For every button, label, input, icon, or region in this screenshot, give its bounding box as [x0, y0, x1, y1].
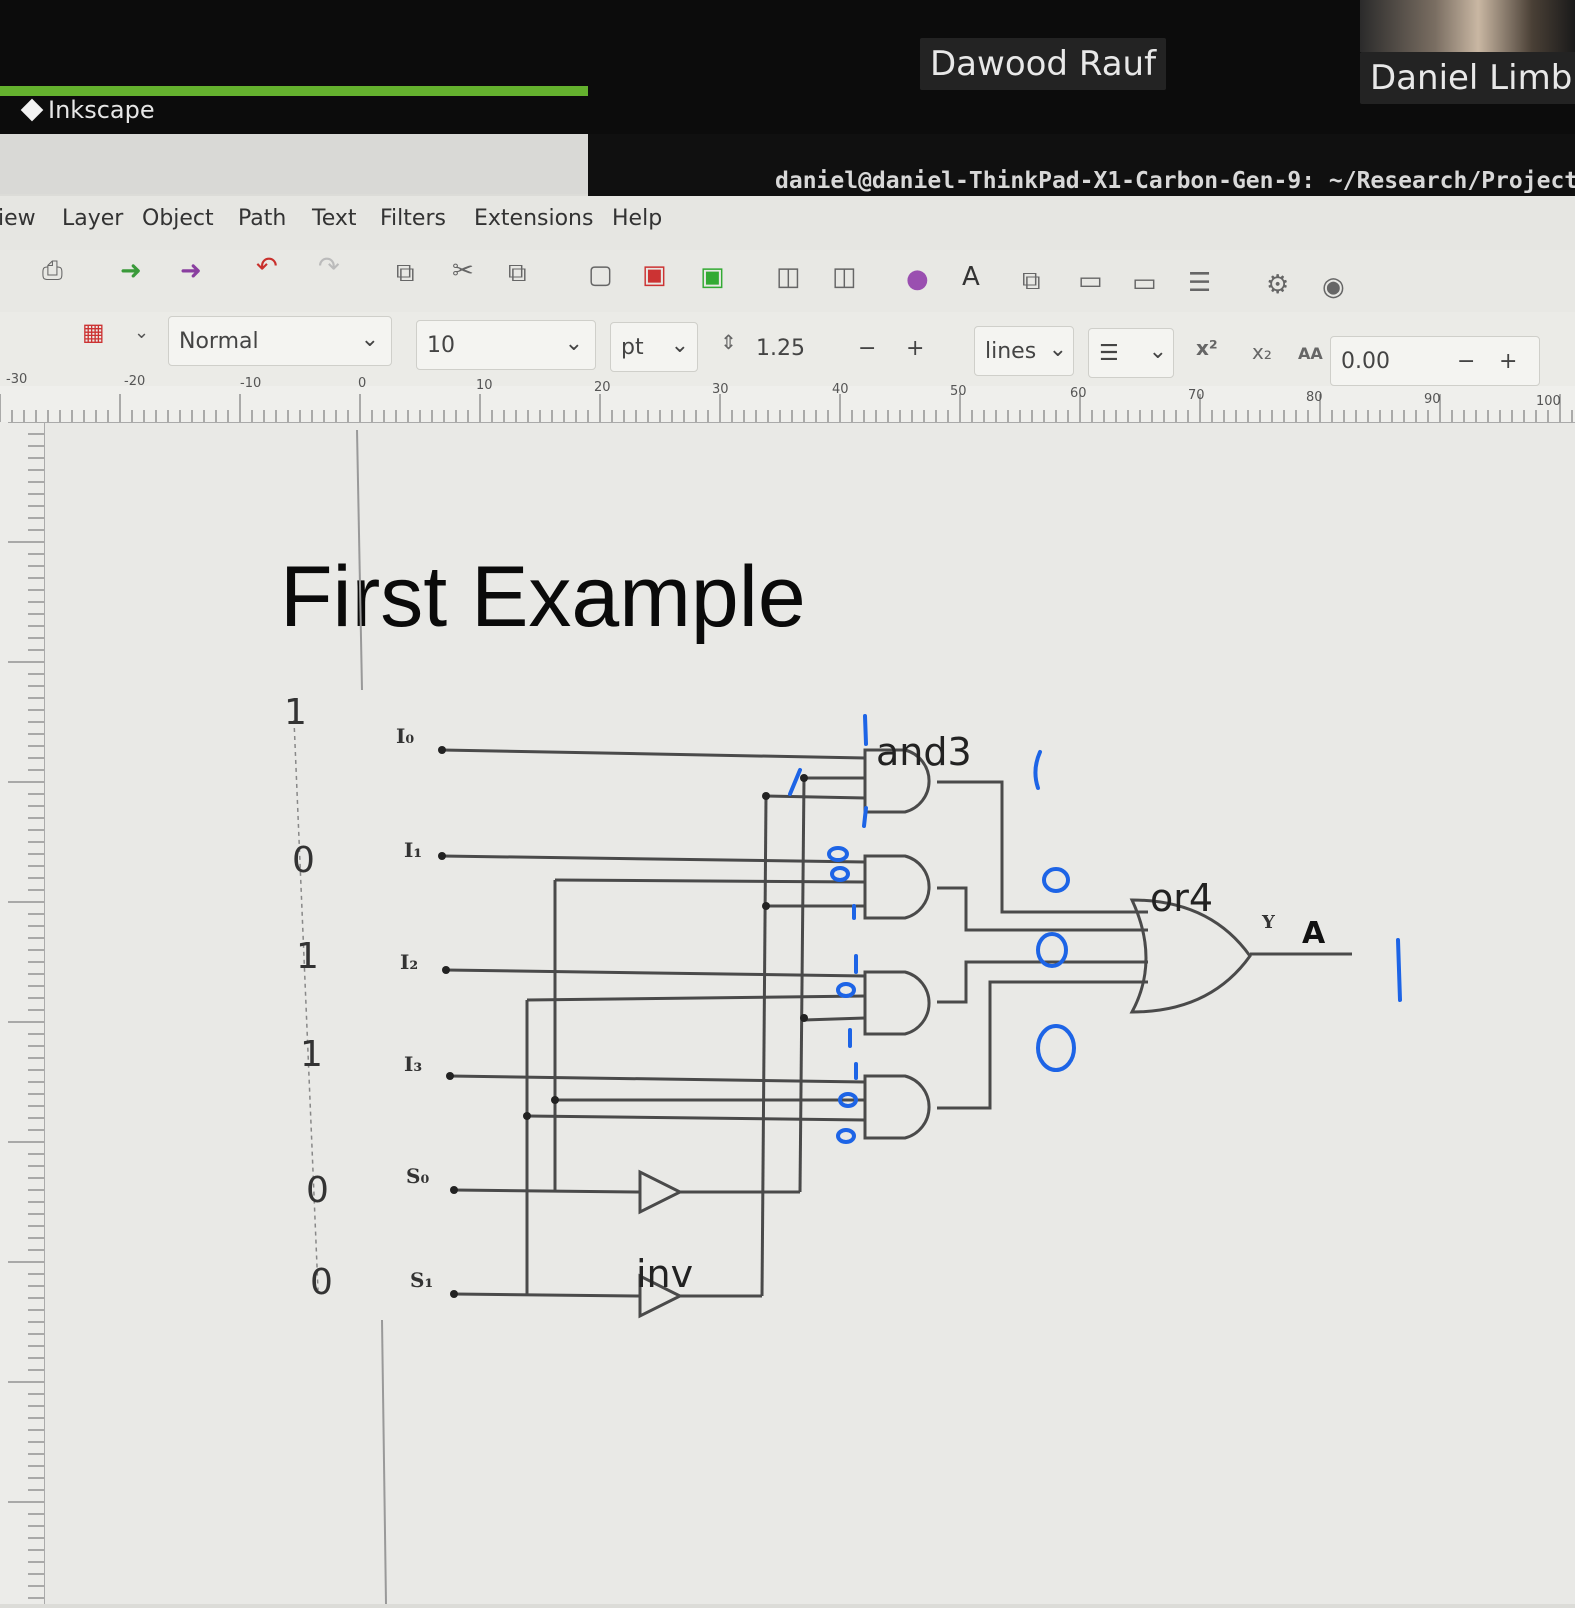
and-gate-3 [863, 1074, 931, 1140]
pin-dot [450, 1290, 458, 1298]
pin-label-s0: S₀ [406, 1164, 430, 1188]
junction-dot [551, 1096, 559, 1104]
wire-s1bar [760, 795, 768, 1297]
ink-mark [862, 806, 868, 828]
mux-circuit[interactable] [0, 0, 1575, 1604]
junction-dot [762, 902, 770, 910]
ink-zero [836, 1128, 856, 1144]
bit-s1[interactable]: 0 [310, 1262, 333, 1303]
wire-i1 [441, 854, 866, 864]
pin-dot [442, 966, 450, 974]
ink-zero [830, 866, 850, 882]
ink-result [1396, 938, 1402, 1002]
wire-s0 [453, 1188, 641, 1194]
pin-label-i0: I₀ [396, 724, 415, 748]
wire-and3-out [937, 980, 1148, 1110]
ink-mark [863, 714, 868, 746]
and-gate-2 [863, 970, 931, 1036]
junction-dot [800, 1014, 808, 1022]
wire-s0bar [798, 777, 806, 1193]
ink-zero [827, 846, 849, 862]
wire-i0 [441, 748, 866, 760]
pin-dot [446, 1072, 454, 1080]
ink-zero [836, 982, 856, 998]
bit-i1[interactable]: 0 [292, 840, 315, 881]
bit-i0[interactable]: 1 [284, 692, 307, 733]
pin-label-i2: I₂ [400, 950, 419, 974]
guide-line [381, 1319, 387, 1604]
bit-s0[interactable]: 0 [306, 1170, 329, 1211]
and-gate-1 [863, 854, 931, 920]
pin-dot [450, 1186, 458, 1194]
pin-label-i3: I₃ [404, 1052, 423, 1076]
or-gate-label: or4 [1150, 876, 1214, 920]
guide-line [356, 429, 363, 691]
output-label[interactable]: A [1302, 916, 1325, 951]
junction-dot [800, 774, 808, 782]
and-gate-label: and3 [876, 730, 972, 774]
ink-paren [1033, 750, 1042, 790]
pin-label-s1: S₁ [410, 1268, 434, 1292]
ink-zero [1042, 867, 1070, 893]
ink-zero [1036, 1024, 1076, 1072]
pin-dot [438, 746, 446, 754]
inverter-0 [638, 1169, 684, 1215]
output-pin-label: Y [1262, 912, 1275, 933]
wire-and0-out [937, 780, 1148, 914]
bit-i3[interactable]: 1 [300, 1034, 323, 1075]
wire-and1-out [937, 886, 1148, 932]
inv-gate-label: inv [636, 1252, 694, 1296]
junction-dot [523, 1112, 531, 1120]
pin-label-i1: I₁ [404, 838, 423, 862]
wire-s1 [453, 1292, 641, 1298]
ink-mark [788, 768, 802, 796]
bit-i2[interactable]: 1 [296, 936, 319, 977]
pin-dot [438, 852, 446, 860]
wire-i3 [449, 1074, 866, 1084]
junction-dot [762, 792, 770, 800]
